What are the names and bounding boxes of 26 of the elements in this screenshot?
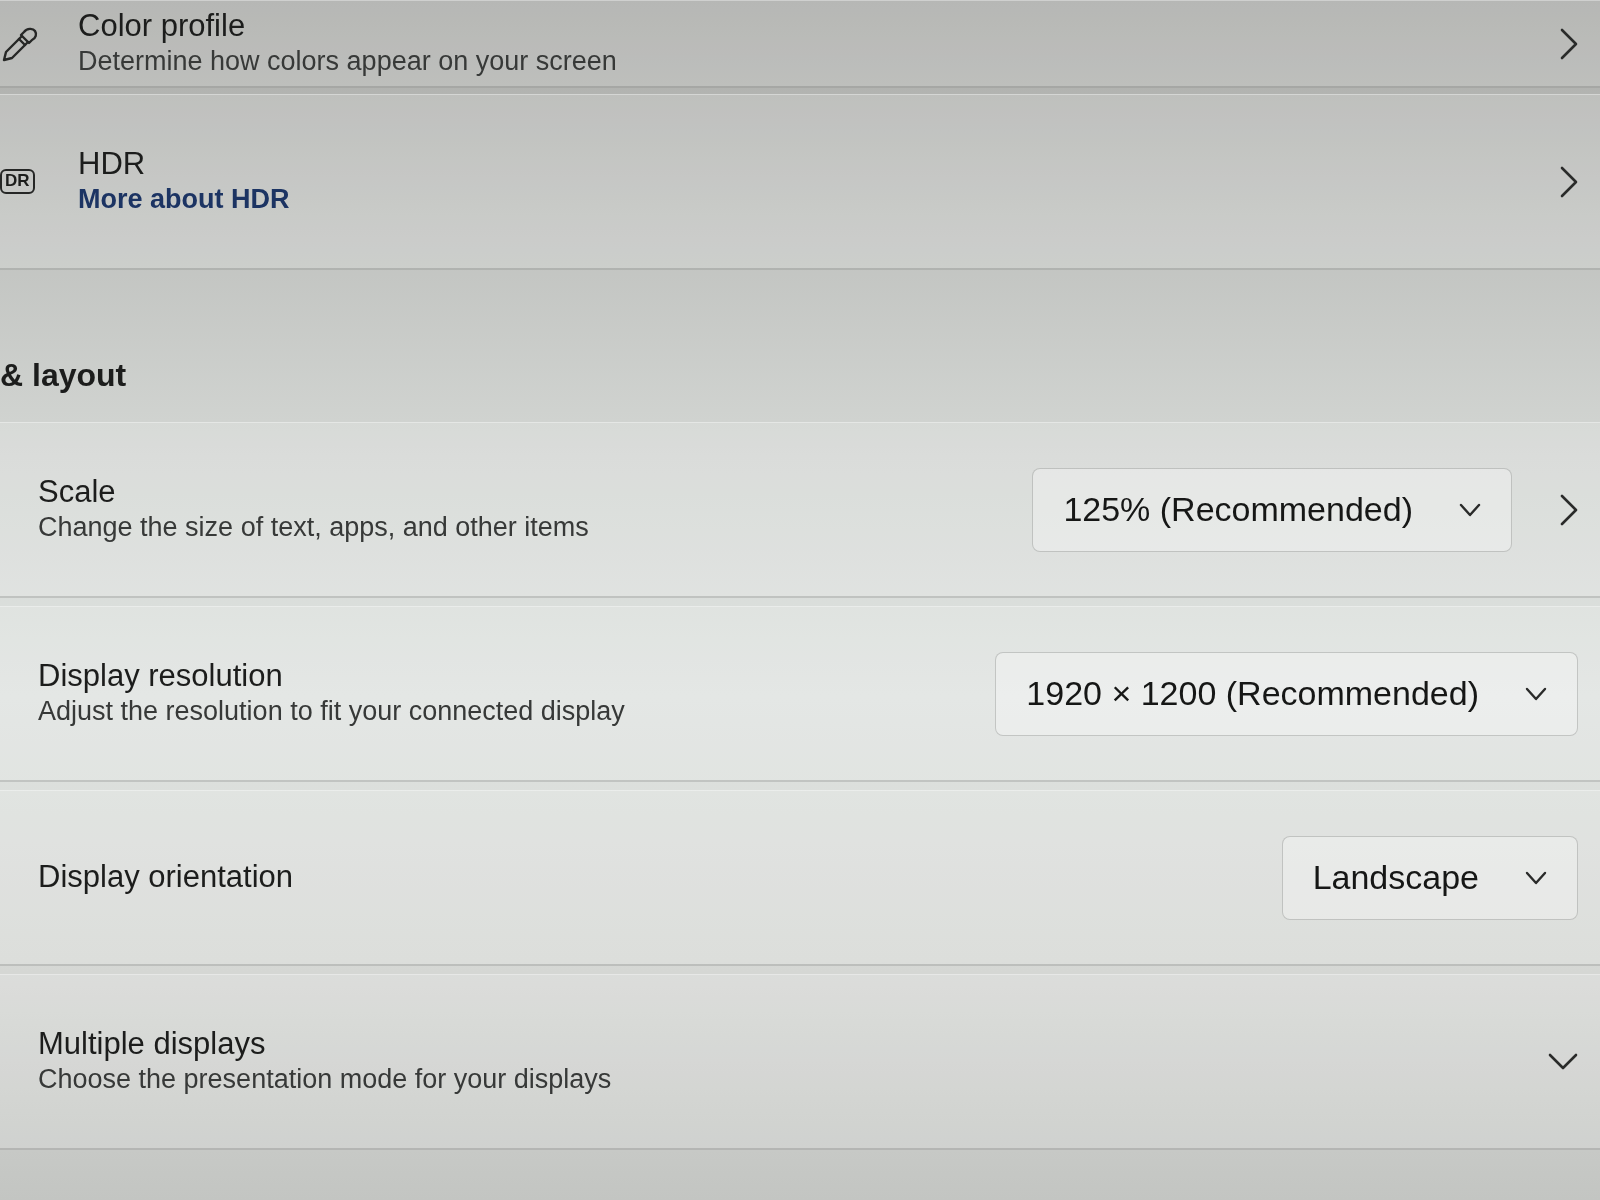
chevron-right-icon (1560, 493, 1578, 526)
settings-card[interactable]: DR HDR More about HDR (0, 94, 1600, 270)
setting-description: Change the size of text, apps, and other items (38, 510, 589, 544)
chevron-right-icon (1560, 165, 1578, 198)
dropdown-button[interactable]: Landscape (1281, 835, 1578, 920)
setting-description: Determine how colors appear on your screen (78, 44, 617, 78)
setting-title: HDR (78, 145, 147, 183)
chevron-right-icon (1560, 27, 1578, 60)
setting-description: Adjust the resolution to fit your connected display (38, 694, 625, 728)
settings-card[interactable]: Scale Change the size of text, apps, and other items 125% (Recommended) (0, 422, 1600, 598)
setting-title: Scale (38, 474, 117, 511)
caret-down-icon (1525, 870, 1547, 885)
dropdown-button[interactable]: 125% (Recommended) (1032, 467, 1512, 552)
setting-title: Display resolution (38, 658, 284, 695)
setting-title: Color profile (78, 8, 247, 45)
dropdown-button[interactable]: 1920 × 1200 (Recommended) (995, 651, 1578, 736)
hdr-badge: DR (0, 169, 35, 194)
setting-title: Display orientation (38, 859, 294, 896)
caret-down-icon (1459, 502, 1481, 517)
caret-down-icon (1525, 686, 1547, 701)
settings-card[interactable]: Multiple displays Choose the presentation mode for your displays (0, 974, 1600, 1150)
setting-title: Multiple displays (38, 1026, 267, 1063)
setting-description: Choose the presentation mode for your displays (38, 1062, 612, 1096)
section-heading: & layout (0, 357, 127, 394)
settings-card[interactable]: Color profile Determine how colors appear on your screen (0, 0, 1600, 88)
learn-more-link[interactable]: More about HDR (78, 182, 290, 218)
